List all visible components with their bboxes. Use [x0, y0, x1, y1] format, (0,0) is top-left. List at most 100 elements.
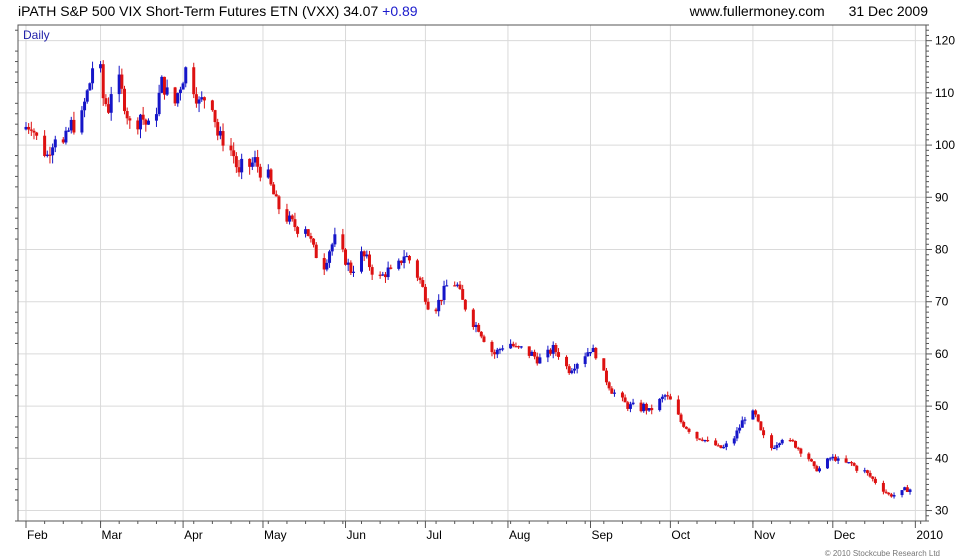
candle-body-up — [64, 130, 68, 143]
candle-body-down — [418, 277, 422, 281]
candle-body-up — [732, 438, 736, 444]
copyright-notice: © 2010 Stockcube Research Ltd — [824, 549, 940, 558]
candle-body-up — [628, 404, 632, 409]
candle-body-down — [378, 274, 382, 276]
candle-body-up — [498, 349, 502, 351]
candle-body-up — [325, 262, 329, 270]
candle-body-down — [759, 421, 763, 431]
candle-body-up — [519, 346, 523, 348]
candle-body-down — [849, 462, 853, 464]
candle-body-down — [889, 494, 893, 497]
candle-body-down — [202, 97, 206, 101]
candle-body-down — [517, 346, 521, 348]
candle-body-down — [367, 254, 371, 268]
candle-body-down — [493, 352, 497, 355]
candle-body-up — [67, 130, 71, 132]
candle-body-down — [293, 219, 297, 228]
y-tick-label: 110 — [935, 86, 954, 100]
candle-body-down — [620, 392, 624, 398]
candle-body-down — [881, 482, 885, 492]
y-tick-label: 40 — [935, 451, 949, 465]
candle-body-up — [538, 357, 542, 364]
candle-body-down — [714, 440, 718, 446]
x-tick-label: Sep — [591, 528, 613, 542]
candle-body-down — [426, 301, 430, 310]
candle-body-up — [69, 119, 73, 131]
candle-body-up — [591, 347, 595, 353]
candle-body-up — [825, 458, 829, 469]
candle-body-up — [847, 462, 851, 464]
candle-body-up — [573, 368, 577, 371]
candle-body-up — [442, 285, 446, 301]
candle-body-down — [314, 244, 318, 259]
candle-body-up — [178, 89, 182, 94]
candle-body-down — [136, 120, 140, 130]
candle-body-up — [51, 147, 55, 156]
candle-body-up — [647, 408, 651, 411]
candle-body-up — [751, 410, 755, 420]
candle-body-down — [770, 435, 774, 449]
candle-body-up — [253, 157, 257, 163]
candle-body-up — [642, 403, 646, 412]
candle-body-down — [48, 154, 52, 156]
candle-body-down — [309, 235, 313, 239]
candle-body-up — [266, 169, 270, 178]
candle-body-up — [551, 344, 555, 354]
candle-body-up — [165, 87, 169, 95]
candle-body-down — [312, 238, 316, 245]
candle-body-up — [735, 430, 739, 439]
candle-body-down — [535, 356, 539, 364]
candle-body-up — [831, 456, 835, 459]
candle-body-down — [527, 346, 531, 356]
candle-body-up — [740, 420, 744, 428]
candle-body-down — [192, 67, 196, 95]
candle-body-down — [344, 249, 348, 265]
candle-body-up — [495, 349, 499, 355]
x-tick-label: Feb — [27, 528, 48, 542]
x-tick-label: Aug — [509, 528, 530, 542]
candle-body-down — [644, 403, 648, 411]
candle-body-down — [194, 94, 198, 104]
y-tick-label: 120 — [935, 34, 955, 48]
candle-body-up — [445, 285, 449, 287]
candle-body-up — [903, 487, 907, 491]
candle-body-down — [72, 119, 76, 133]
candle-body-up — [146, 120, 150, 125]
candle-body-up — [328, 251, 332, 263]
candle-body-up — [359, 251, 363, 272]
candle-body-up — [405, 255, 409, 258]
candle-body-down — [799, 448, 803, 454]
candle-body-down — [852, 463, 856, 466]
candle-body-down — [322, 258, 326, 270]
candlestick-series — [24, 60, 912, 499]
candle-body-up — [738, 427, 742, 431]
candle-body-down — [210, 100, 214, 111]
candle-body-up — [80, 110, 84, 133]
candle-body-up — [722, 447, 726, 449]
candle-body-down — [389, 267, 393, 269]
candle-body-down — [873, 478, 877, 483]
candle-body-down — [557, 352, 561, 357]
candle-body-up — [346, 262, 350, 265]
plot-frame — [17, 24, 927, 522]
candle-body-up — [91, 68, 95, 84]
candle-body-down — [610, 388, 614, 394]
candle-body-up — [83, 101, 87, 111]
candle-body-up — [900, 490, 904, 496]
candle-body-down — [687, 428, 691, 432]
candle-body-down — [123, 88, 127, 112]
candle-body-down — [248, 158, 252, 167]
candle-body-up — [365, 254, 369, 257]
candle-body-down — [868, 472, 872, 477]
candle-body-down — [141, 114, 145, 120]
candle-body-up — [45, 154, 49, 156]
candle-body-up — [109, 94, 113, 113]
candle-body-down — [471, 309, 475, 327]
candle-body-down — [162, 76, 166, 95]
candle-body-down — [533, 351, 537, 357]
candle-body-down — [125, 111, 129, 119]
candle-body-up — [772, 447, 776, 450]
candle-body-up — [250, 162, 254, 167]
x-tick-label: Jun — [347, 528, 366, 542]
candle-body-down — [272, 184, 276, 195]
